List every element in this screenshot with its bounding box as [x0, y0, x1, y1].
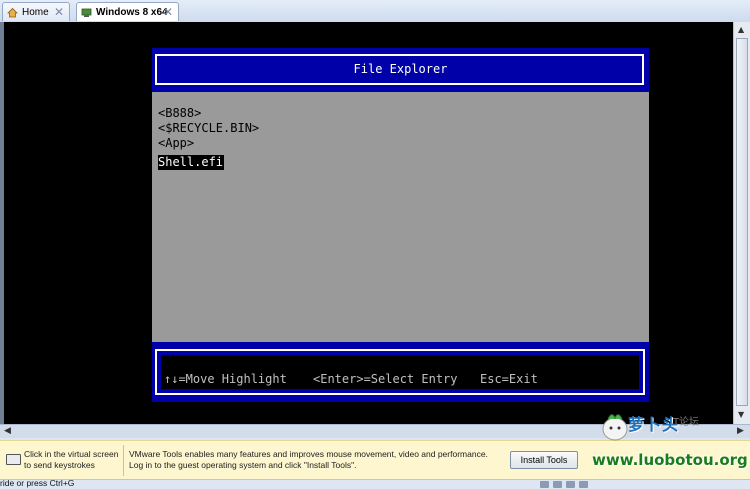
tab-windows-8-x64[interactable]: Windows 8 x64 ✕: [76, 2, 179, 21]
file-entry-b888[interactable]: <B888>: [158, 106, 259, 121]
hint-click-message: Click in the virtual screen to send keys…: [24, 449, 119, 470]
vm-icon: [81, 7, 92, 18]
scroll-thumb[interactable]: [736, 38, 748, 406]
file-explorer-header: File Explorer: [152, 48, 649, 92]
install-tools-button[interactable]: Install Tools: [510, 451, 578, 469]
watermark-sub: IT论坛: [670, 417, 700, 428]
home-icon: [7, 7, 18, 18]
help-select-entry: <Enter>=Select Entry: [313, 372, 458, 386]
watermark-url: www.luobotou.org: [592, 451, 748, 469]
file-entry-recycle-bin[interactable]: <$RECYCLE.BIN>: [158, 121, 259, 136]
status-bar: ride or press Ctrl+G: [0, 479, 750, 489]
help-move-highlight: ↑↓=Move Highlight: [164, 372, 287, 386]
tab-label: Windows 8 x64: [96, 6, 168, 18]
file-entry-shell-efi[interactable]: Shell.efi: [158, 155, 225, 170]
status-text: ride or press Ctrl+G: [0, 479, 75, 488]
close-icon[interactable]: ✕: [54, 5, 64, 19]
tab-bar: Home ✕ Windows 8 x64 ✕: [0, 0, 750, 23]
device-icon[interactable]: [579, 481, 588, 488]
device-icon[interactable]: [553, 481, 562, 488]
mascot-icon: [602, 414, 628, 441]
tab-home[interactable]: Home ✕: [2, 2, 70, 21]
hint-vmware-tools-message: VMware Tools enables many features and i…: [129, 449, 488, 470]
file-explorer[interactable]: File Explorer <B888> <$RECYCLE.BIN> <App…: [152, 48, 649, 402]
device-icons: [540, 481, 588, 488]
vm-left-edge: [0, 22, 4, 424]
file-entry-app[interactable]: <App>: [158, 136, 259, 151]
device-icon[interactable]: [566, 481, 575, 488]
watermark: 萝卜头 IT论坛 www.luobotou.org: [592, 407, 748, 477]
tab-label: Home: [22, 6, 49, 18]
scroll-left-icon[interactable]: ◀: [4, 426, 11, 436]
file-explorer-title: File Explorer: [353, 62, 448, 76]
file-list: <B888> <$RECYCLE.BIN> <App> Shell.efi: [158, 106, 259, 170]
file-explorer-footer: ↑↓=Move Highlight <Enter>=Select Entry E…: [152, 342, 649, 402]
help-exit: Esc=Exit: [480, 372, 538, 386]
divider: [123, 445, 124, 476]
close-icon[interactable]: ✕: [163, 5, 173, 19]
scroll-up-icon[interactable]: ▲: [738, 25, 744, 34]
device-icon[interactable]: [540, 481, 549, 488]
vertical-scrollbar[interactable]: ▲ ▼: [733, 22, 750, 424]
keyboard-icon: [6, 454, 21, 465]
